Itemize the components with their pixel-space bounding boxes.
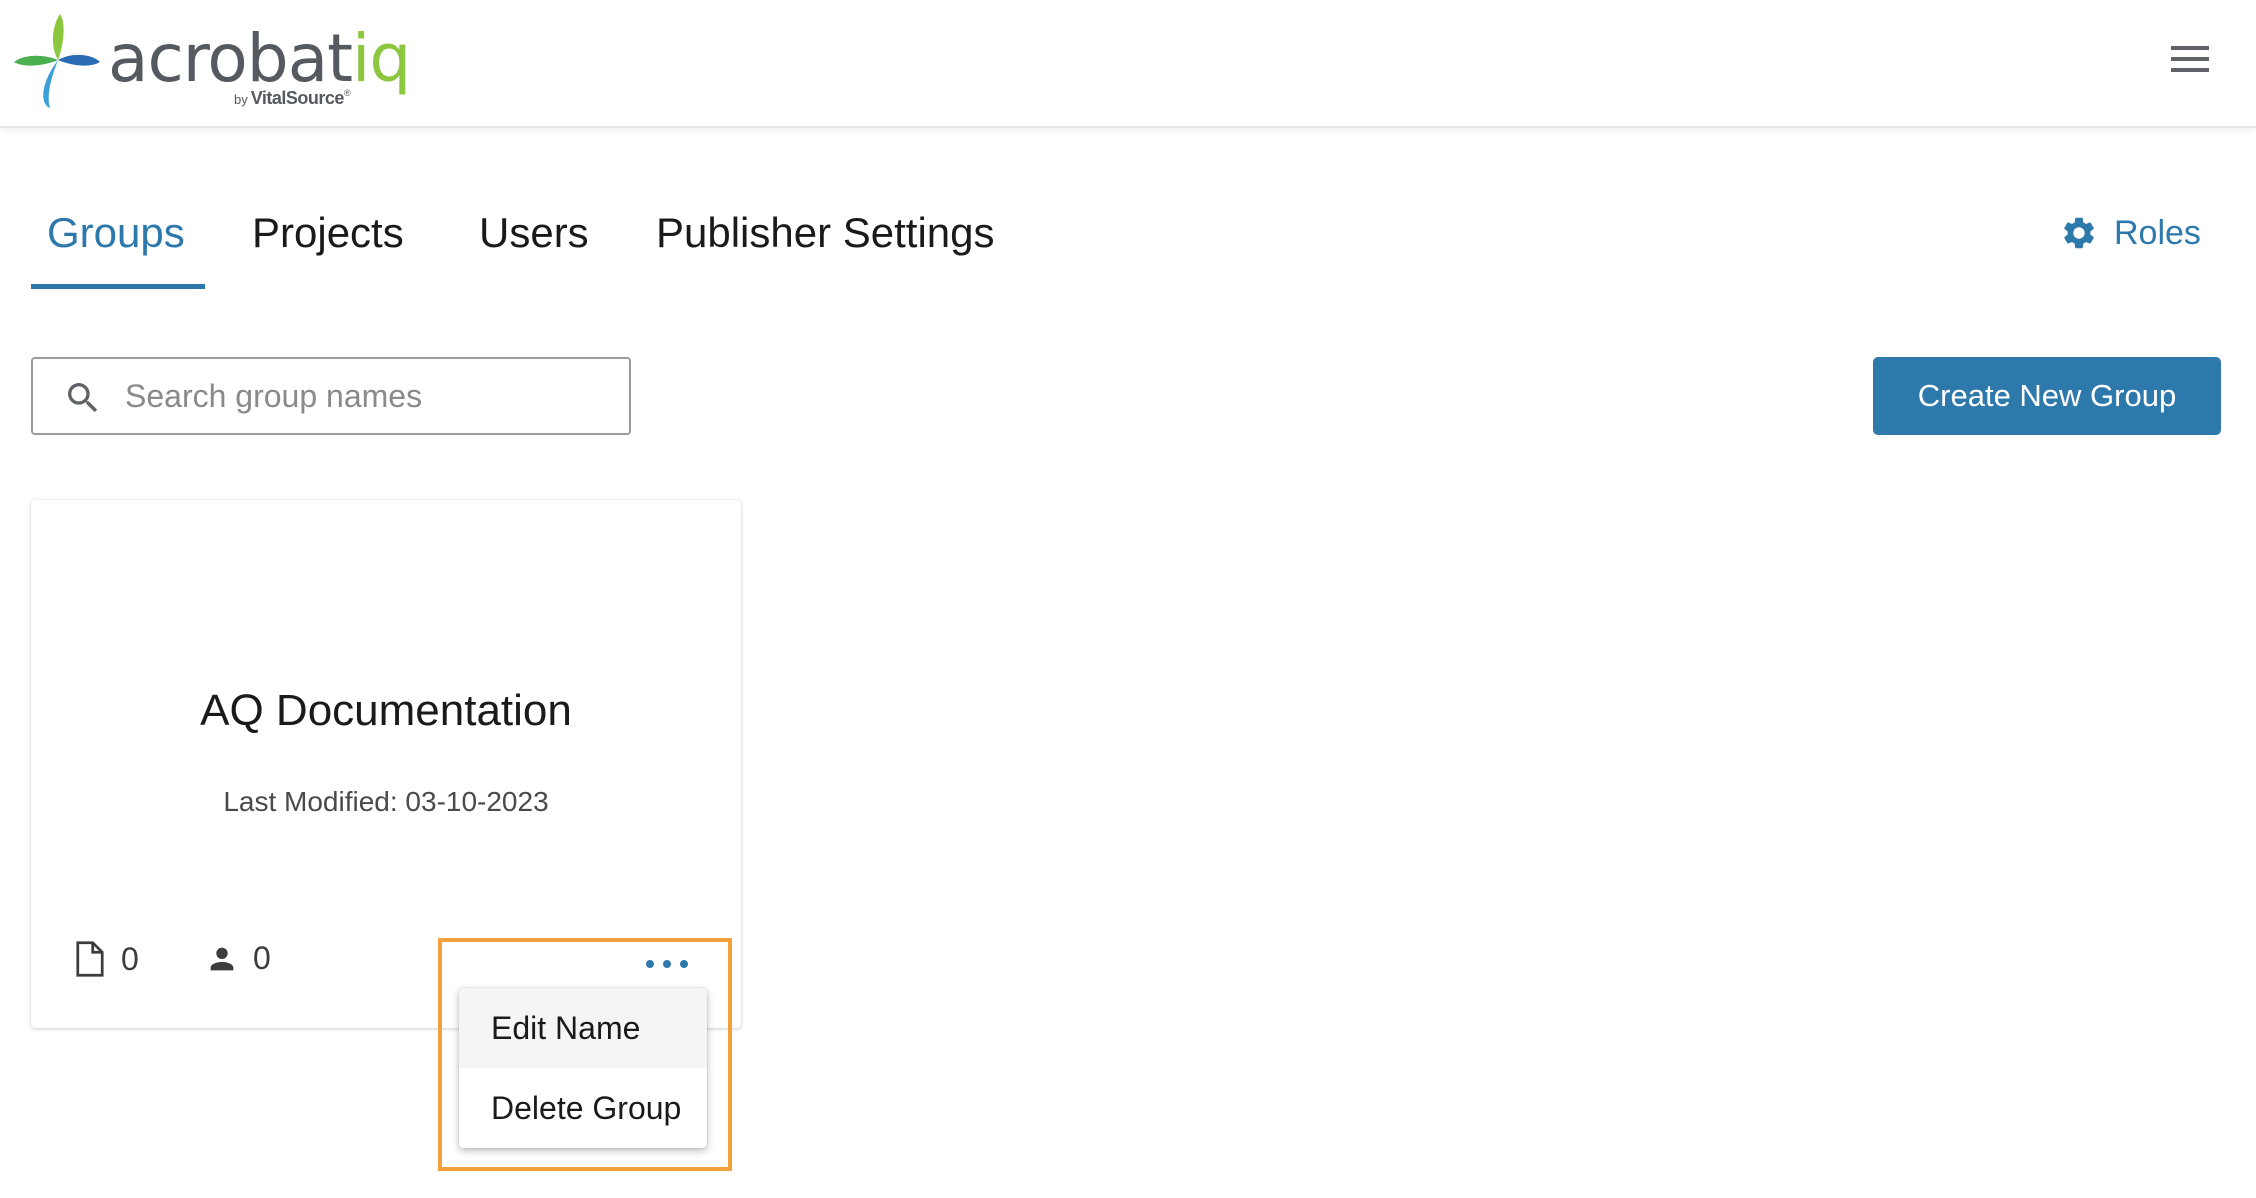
tab-users[interactable]: Users <box>479 196 589 270</box>
tab-groups[interactable]: Groups <box>47 196 185 270</box>
projects-count: 0 <box>73 940 139 978</box>
logo-wordmark: acrobatiq <box>108 26 411 92</box>
hamburger-menu-icon[interactable] <box>2168 46 2212 78</box>
users-count-value: 0 <box>253 940 271 976</box>
roles-label: Roles <box>2114 213 2201 252</box>
create-new-group-button[interactable]: Create New Group <box>1873 357 2221 435</box>
more-horizontal-icon[interactable] <box>646 950 688 978</box>
logo-vendor-text: VitalSource <box>250 88 345 108</box>
logo-registered-mark: ® <box>343 88 351 98</box>
group-card-title: AQ Documentation <box>200 686 572 735</box>
tab-projects[interactable]: Projects <box>252 196 404 270</box>
group-search <box>31 357 631 435</box>
projects-count-value: 0 <box>121 940 139 977</box>
top-bar: acrobatiq by VitalSource® <box>0 0 2256 128</box>
acrobatiq-logo[interactable]: acrobatiq by VitalSource® <box>12 12 411 112</box>
tab-publisher-settings[interactable]: Publisher Settings <box>656 196 995 270</box>
menu-item-edit-name[interactable]: Edit Name <box>459 988 707 1068</box>
logo-wordmark-main: acrobat <box>108 20 353 97</box>
logo-byline: by VitalSource® <box>234 88 351 109</box>
logo-wordmark-accent: iq <box>352 20 411 97</box>
group-actions-menu: Edit Name Delete Group <box>459 988 707 1148</box>
roles-button[interactable]: Roles <box>2060 208 2201 258</box>
active-tab-indicator <box>31 284 205 289</box>
gear-icon <box>2064 217 2094 249</box>
logo-by-text: by <box>234 92 248 107</box>
document-icon <box>76 941 104 977</box>
search-icon <box>68 383 98 413</box>
users-count: 0 <box>205 940 271 977</box>
menu-item-delete-group[interactable]: Delete Group <box>459 1068 707 1148</box>
acrobatiq-logo-mark-icon <box>14 14 100 108</box>
person-icon <box>210 947 234 970</box>
group-card-last-modified: Last Modified: 03-10-2023 <box>223 786 549 817</box>
search-input[interactable] <box>123 359 613 433</box>
